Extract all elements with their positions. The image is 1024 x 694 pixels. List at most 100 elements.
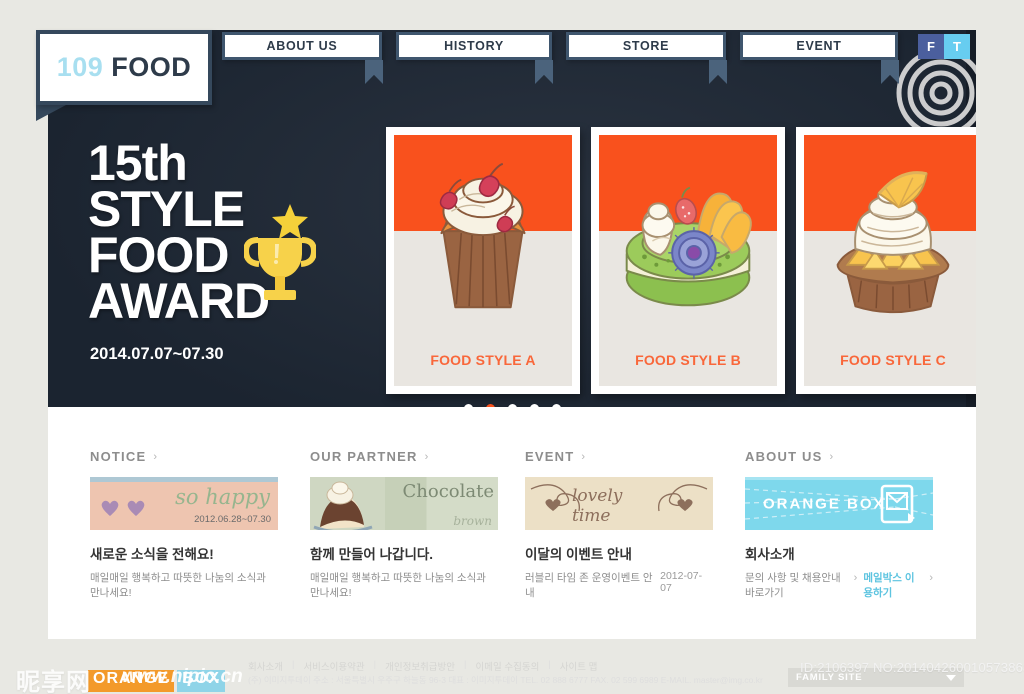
- section-event-thumb-text: lovely time: [572, 485, 623, 526]
- section-our-partner-thumb-sub: brown: [453, 514, 492, 528]
- nav-item-history[interactable]: HISTORY: [396, 32, 553, 84]
- section-event-desc: 러블리 타임 존 운영이벤트 안내: [525, 572, 653, 599]
- section-notice: NOTICE › so happy 2012.06.28~07.30 새로운 소…: [90, 449, 278, 600]
- nav-item-about-us[interactable]: ABOUT US: [222, 32, 383, 84]
- heart-icon-2: [127, 500, 145, 516]
- chevron-down-icon[interactable]: [946, 674, 956, 681]
- footer-sep: |: [291, 659, 295, 670]
- hero-line-4: AWARD: [88, 273, 270, 329]
- section-about-us-link-2[interactable]: 메일박스 이용하기: [863, 570, 923, 600]
- footer-link-1[interactable]: 서비스이용약관: [303, 659, 364, 673]
- site-logo-inner: 109 FOOD: [40, 34, 208, 101]
- section-our-partner-desc: 매일매일 행복하고 따뜻한 나눔의 소식과 만나세요!: [310, 572, 486, 599]
- nav-item-event[interactable]: EVENT: [740, 32, 899, 84]
- site-logo-number: 109: [56, 52, 104, 82]
- food-card-a-inner: FOOD STYLE A: [394, 135, 572, 386]
- chevron-right-icon[interactable]: ›: [581, 451, 586, 463]
- section-notice-thumb-text: so happy: [175, 485, 270, 509]
- green-macaron-fruit-icon: [625, 186, 752, 307]
- section-notice-heading-label: NOTICE: [90, 449, 147, 464]
- section-about-us-thumb[interactable]: ORANGE BOX: [745, 477, 933, 530]
- food-card-c-label: FOOD STYLE C: [840, 352, 946, 368]
- main-nav[interactable]: ABOUT US HISTORY STORE EVENT: [222, 32, 912, 84]
- hero-headline: 15th STYLE FOOD AWARD: [88, 135, 328, 329]
- footer-sep: |: [373, 659, 377, 670]
- section-event-heading-label: EVENT: [525, 449, 575, 464]
- footer-sep: |: [464, 659, 467, 670]
- section-our-partner-heading-label: OUR PARTNER: [310, 449, 418, 464]
- footer-sep: |: [548, 659, 551, 670]
- section-our-partner-thumb[interactable]: Chocolate brown: [310, 477, 498, 530]
- section-our-partner: OUR PARTNER › Chocolate brown 함께 만들어 나갑니…: [310, 449, 498, 600]
- section-event-desc-row: 러블리 타임 존 운영이벤트 안내 2012-07-07: [525, 570, 713, 600]
- hero-line-2: STYLE: [88, 181, 245, 237]
- section-notice-thumb[interactable]: so happy 2012.06.28~07.30: [90, 477, 278, 530]
- footer-link-0[interactable]: 회사소개: [248, 659, 283, 673]
- section-about-us-links: 문의 사항 및 채용안내 바로가기 › 메일박스 이용하기 ›: [745, 570, 933, 600]
- section-our-partner-heading[interactable]: OUR PARTNER ›: [310, 449, 498, 464]
- section-notice-desc-row: 매일매일 행복하고 따뜻한 나눔의 소식과 만나세요!: [90, 570, 278, 600]
- hero-date: 2014.07.07~07.30: [90, 345, 224, 363]
- nav-label-event[interactable]: EVENT: [740, 32, 898, 60]
- chevron-right-icon[interactable]: ›: [425, 451, 430, 463]
- footer-link-4[interactable]: 사이트 맵: [560, 659, 598, 673]
- section-notice-title[interactable]: 새로운 소식을 전해요!: [90, 543, 278, 563]
- twitter-icon[interactable]: T: [944, 34, 970, 59]
- food-card-b[interactable]: FOOD STYLE B: [591, 127, 785, 394]
- chevron-right-icon[interactable]: ›: [830, 451, 835, 463]
- site-logo-word: FOOD: [111, 52, 192, 82]
- food-card-c-inner: FOOD STYLE C: [804, 135, 976, 386]
- food-card-b-inner: FOOD STYLE B: [599, 135, 777, 386]
- chevron-right-icon: ›: [929, 572, 933, 584]
- food-card-b-label: FOOD STYLE B: [635, 352, 741, 368]
- thumb-top-bar: [90, 477, 278, 482]
- nav-label-about-us[interactable]: ABOUT US: [222, 32, 382, 60]
- footer-address: (주) 이미지투데이 주소 : 서울특별시 우주구 하늘동 96-3 대표 : …: [248, 675, 763, 685]
- section-notice-thumb-date: 2012.06.28~07.30: [194, 514, 271, 525]
- section-about-us-link-1[interactable]: 문의 사항 및 채용안내 바로가기: [745, 570, 848, 600]
- chevron-right-icon[interactable]: ›: [153, 451, 158, 463]
- watermark-cn-text: 昵享网: [16, 669, 91, 694]
- section-our-partner-desc-row: 매일매일 행복하고 따뜻한 나눔의 소식과 만나세요!: [310, 570, 498, 600]
- section-about-us: ABOUT US › ORANGE BOX 회사소개 문의 사항 및 채용안내 …: [745, 449, 933, 600]
- food-card-a[interactable]: FOOD STYLE A: [386, 127, 580, 394]
- header-band: [0, 0, 1024, 30]
- cupcake-cherry-icon: [439, 162, 526, 309]
- watermark-id: ID:2106397 NO:20140426001057386323: [800, 660, 1024, 675]
- watermark-url: www.nipic.cn: [122, 666, 243, 687]
- section-notice-desc: 매일매일 행복하고 따뜻한 나눔의 소식과 만나세요!: [90, 572, 266, 599]
- envelope-icon: [880, 484, 915, 524]
- heart-icon-1: [101, 500, 119, 516]
- section-our-partner-thumb-text: Chocolate: [402, 481, 495, 502]
- site-logo-text: 109 FOOD: [57, 52, 192, 83]
- section-event-heading[interactable]: EVENT ›: [525, 449, 713, 464]
- footer-link-2[interactable]: 개인정보취급방안: [385, 659, 455, 673]
- orange-tart-icon: [836, 171, 950, 314]
- section-about-us-heading-label: ABOUT US: [745, 449, 823, 464]
- food-card-c[interactable]: FOOD STYLE C: [796, 127, 976, 394]
- nav-item-store[interactable]: STORE: [566, 32, 727, 84]
- footer-link-3[interactable]: 이메일 수집동의: [475, 659, 539, 673]
- site-logo[interactable]: 109 FOOD: [36, 30, 212, 105]
- section-about-us-title[interactable]: 회사소개: [745, 543, 933, 563]
- food-card-a-label: FOOD STYLE A: [430, 352, 536, 368]
- section-event: EVENT › lovely time 이달의 이벤트 안내 러블리 타임 존 …: [525, 449, 713, 600]
- section-event-date: 2012-07-07: [660, 570, 703, 594]
- content-area: NOTICE › so happy 2012.06.28~07.30 새로운 소…: [48, 407, 976, 639]
- facebook-icon[interactable]: F: [918, 34, 944, 59]
- section-notice-heading[interactable]: NOTICE ›: [90, 449, 278, 464]
- section-our-partner-title[interactable]: 함께 만들어 나갑니다.: [310, 543, 498, 563]
- social-links[interactable]: F T: [918, 34, 970, 59]
- hero-line-3: FOOD: [88, 227, 229, 283]
- page-root: 15th STYLE FOOD AWARD 2014.07.07~07.30 F…: [0, 0, 1024, 694]
- nav-label-history[interactable]: HISTORY: [396, 32, 552, 60]
- footer-links[interactable]: 회사소개 | 서비스이용약관 | 개인정보취급방안 | 이메일 수집동의 | 사이트 맵: [248, 659, 597, 673]
- chocolate-cake-icon: [313, 481, 373, 530]
- section-event-thumb[interactable]: lovely time: [525, 477, 713, 530]
- chevron-right-icon: ›: [853, 572, 858, 584]
- nav-label-store[interactable]: STORE: [566, 32, 726, 60]
- section-about-us-heading[interactable]: ABOUT US ›: [745, 449, 933, 464]
- section-event-title[interactable]: 이달의 이벤트 안내: [525, 543, 713, 563]
- hero-line-1: 15th: [88, 135, 188, 191]
- section-about-us-thumb-text: ORANGE BOX: [763, 495, 886, 512]
